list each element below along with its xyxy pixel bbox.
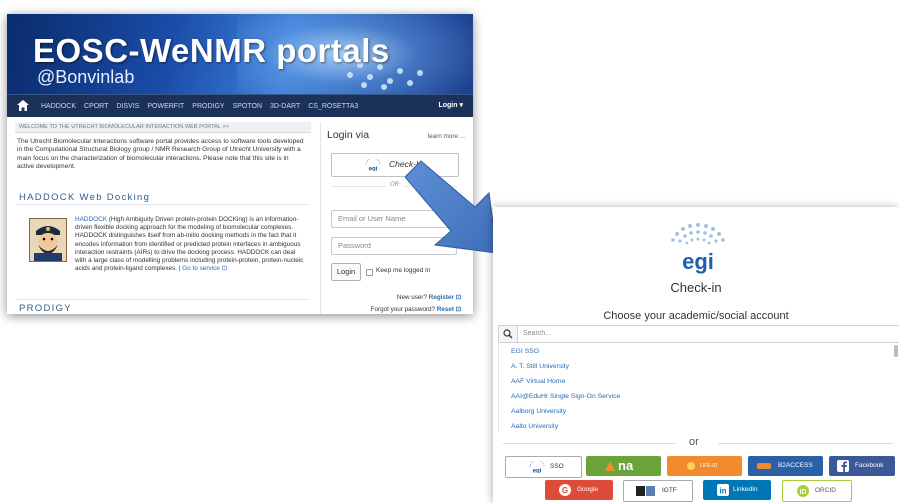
svg-text:in: in <box>719 487 726 496</box>
elixir-button[interactable]: na <box>586 456 661 476</box>
svg-text:iD: iD <box>800 489 807 496</box>
egi-logo: egi <box>671 223 725 274</box>
nav-menu: HADDOCK CPORT DISVIS POWERFIT PRODIGY SP… <box>41 95 358 117</box>
b2access-button[interactable]: B2ACCESS <box>748 456 823 476</box>
learn-more-link[interactable]: learn more ... <box>428 133 465 140</box>
orcid-button[interactable]: iD ORCID <box>782 480 852 502</box>
haddock-captain-image <box>29 218 67 262</box>
login-button[interactable]: Login <box>331 263 361 281</box>
haddock-section-title: HADDOCK Web Docking <box>19 192 151 203</box>
intro-paragraph: The Utrecht Biomolecular Interactions so… <box>17 138 304 171</box>
nav-item-3d-dart[interactable]: 3D-DART <box>270 103 300 110</box>
egi-logo-icon: egi <box>529 461 545 474</box>
banner-title: EOSC-WeNMR portals <box>33 32 390 69</box>
svg-text:G: G <box>562 486 568 495</box>
nav-login-dropdown[interactable]: Login ▾ <box>438 101 463 109</box>
nav-item-cs-rosetta3[interactable]: CS_ROSETTA3 <box>308 103 358 110</box>
svg-text:egi: egi <box>369 167 378 172</box>
igtf-button[interactable]: IGTF <box>623 480 693 502</box>
portal-banner: EOSC-WeNMR portals @Bonvinlab <box>7 14 473 94</box>
nav-item-spoton[interactable]: SPOTON <box>233 103 262 110</box>
egi-sso-button[interactable]: egi SSO <box>505 456 582 478</box>
igtf-icon <box>636 486 655 496</box>
login-via-heading: Login via <box>327 129 370 141</box>
banner-subtitle: @Bonvinlab <box>37 67 135 87</box>
reset-link[interactable]: Reset ⊡ <box>437 306 461 313</box>
svg-text:egi: egi <box>533 469 542 474</box>
egi-checkin-panel: egi Check-in Choose your academic/social… <box>493 207 899 503</box>
checkin-title: Check-in <box>670 280 722 295</box>
nav-item-disvis[interactable]: DISVIS <box>116 103 139 110</box>
new-user-text: New user? <box>396 294 429 301</box>
search-input[interactable]: Search... <box>523 326 551 342</box>
elixir-icon <box>605 461 615 471</box>
or-label: or <box>689 436 699 448</box>
idp-item-aai-eduhr[interactable]: AAI@EduHr Single Sign-On Service <box>511 393 620 400</box>
new-user-line: New user? Register ⊡ <box>341 294 461 301</box>
haddock-description: HADDOCK (High Ambiguity Driven protein-p… <box>75 216 305 273</box>
divider <box>17 204 309 205</box>
linkedin-button[interactable]: in LinkedIn <box>703 480 771 500</box>
choose-account-heading: Choose your academic/social account <box>603 310 789 322</box>
forgot-password-line: Forgot your password? Reset ⊡ <box>331 306 461 313</box>
linkedin-icon: in <box>717 484 729 496</box>
or-label: OR <box>386 182 403 188</box>
divider <box>17 299 309 300</box>
google-icon: G <box>559 484 571 496</box>
list-scrollbar[interactable] <box>894 345 898 357</box>
prodigy-section-title: PRODIGY <box>19 303 72 314</box>
life-id-button[interactable]: LIFE-ID <box>667 456 742 476</box>
search-icon <box>499 326 518 342</box>
facebook-icon <box>837 460 849 472</box>
idp-item-egi-sso[interactable]: EGI SSO <box>511 348 539 355</box>
idp-search[interactable]: Search... <box>498 325 899 343</box>
keep-logged-in-checkbox[interactable] <box>366 269 373 276</box>
portal-screenshot: EOSC-WeNMR portals @Bonvinlab HADDOCK CP… <box>7 14 473 314</box>
forgot-password-text: Forgot your password? <box>370 306 437 313</box>
nav-item-haddock[interactable]: HADDOCK <box>41 103 76 110</box>
idp-item-aaf[interactable]: AAF Virtual Home <box>511 378 565 385</box>
egi-logo-text: egi <box>682 249 714 274</box>
welcome-text[interactable]: WELCOME TO THE UTRECHT BIOMOLECULAR INTE… <box>19 124 229 130</box>
or-divider-right <box>718 443 893 444</box>
nav-item-prodigy[interactable]: PRODIGY <box>192 103 224 110</box>
register-link[interactable]: Register ⊡ <box>429 294 461 301</box>
life-id-icon <box>687 462 695 470</box>
orcid-icon: iD <box>797 485 809 497</box>
idp-list: EGI SSO A. T. Still University AAF Virtu… <box>498 342 899 432</box>
go-to-service-link[interactable]: Go to service ⊡ <box>182 265 227 272</box>
or-divider-left <box>503 443 675 444</box>
home-icon[interactable] <box>17 100 29 111</box>
eudat-icon <box>757 463 771 469</box>
idp-item-aalborg[interactable]: Aalborg University <box>511 408 566 415</box>
portal-navbar: HADDOCK CPORT DISVIS POWERFIT PRODIGY SP… <box>7 94 473 117</box>
facebook-button[interactable]: Facebook <box>829 456 895 476</box>
idp-item-at-still[interactable]: A. T. Still University <box>511 363 569 370</box>
egi-logo-icon: egi <box>365 159 381 172</box>
nav-item-powerfit[interactable]: POWERFIT <box>147 103 184 110</box>
google-button[interactable]: G Google <box>545 480 613 500</box>
nav-item-cport[interactable]: CPORT <box>84 103 108 110</box>
haddock-link[interactable]: HADDOCK <box>75 216 107 223</box>
keep-logged-in-label: Keep me logged in <box>376 267 431 274</box>
welcome-bar: WELCOME TO THE UTRECHT BIOMOLECULAR INTE… <box>15 122 311 133</box>
idp-item-aalto[interactable]: Aalto University <box>511 423 558 430</box>
haddock-description-text: (High Ambiguity Driven protein-protein D… <box>75 216 304 273</box>
